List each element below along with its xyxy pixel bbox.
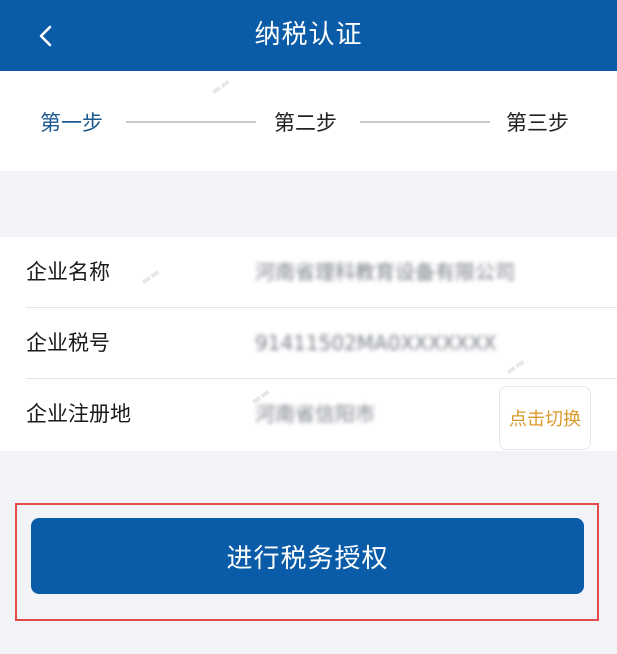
company-reg-value: 河南省信阳市 [255, 402, 375, 426]
company-tax-id-label: 企业税号 [26, 331, 110, 355]
company-tax-id-value: 91411502MA0XXXXXXX [255, 331, 497, 355]
company-name-row: 企业名称 河南省理科教育设备有限公司 [0, 237, 617, 307]
page-title: 纳税认证 [254, 20, 363, 50]
company-tax-id-row: 企业税号 91411502MA0XXXXXXX [0, 308, 617, 378]
step-1-label: 第一步 [40, 111, 103, 135]
step-3-label: 第三步 [506, 111, 569, 135]
tax-authorization-button[interactable]: 进行税务授权 [31, 518, 584, 594]
company-name-value: 河南省理科教育设备有限公司 [255, 260, 515, 284]
step-2-label: 第二步 [274, 111, 337, 135]
step-connector [126, 121, 256, 123]
step-indicator: 第一步 第二步 第三步 [0, 71, 617, 171]
step-connector [360, 121, 490, 123]
company-name-label: 企业名称 [26, 260, 110, 284]
company-reg-label: 企业注册地 [26, 402, 131, 426]
switch-location-button[interactable]: 点击切换 [499, 386, 591, 450]
top-nav-bar: 纳税认证 [0, 0, 617, 71]
